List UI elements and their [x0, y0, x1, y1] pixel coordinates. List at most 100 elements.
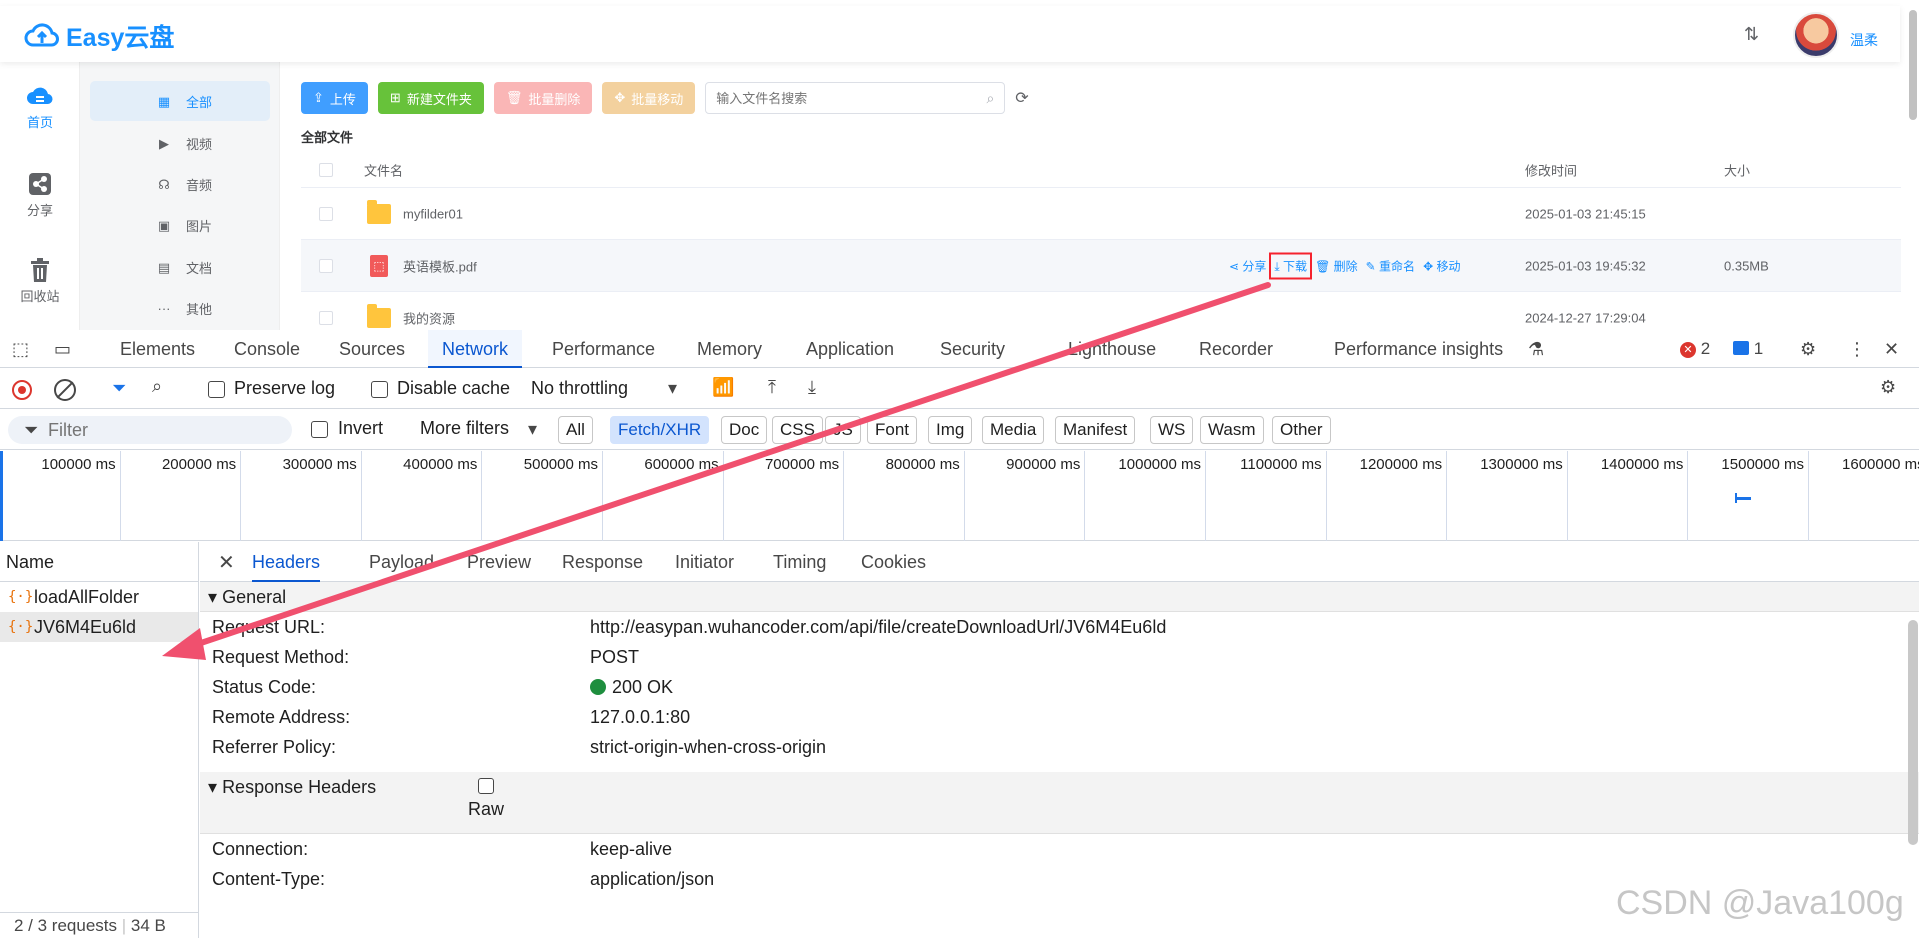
network-conditions-icon[interactable]: 📶	[712, 377, 734, 398]
file-name[interactable]: 英语模板.pdf	[403, 256, 477, 275]
tab-console[interactable]: Console	[220, 330, 314, 368]
tab-headers[interactable]: Headers	[252, 542, 321, 582]
tab-payload[interactable]: Payload	[369, 542, 434, 582]
network-timeline[interactable]: 100000 ms 200000 ms 300000 ms 400000 ms 5000…	[0, 451, 1919, 541]
batch-delete-button[interactable]: 🗑 批量删除	[493, 82, 593, 114]
invert-checkbox[interactable]	[311, 421, 328, 438]
tab-application[interactable]: Application	[792, 330, 908, 368]
preserve-log-checkbox[interactable]	[208, 381, 225, 398]
chip-js[interactable]: JS	[825, 416, 861, 444]
search-input[interactable]	[716, 90, 977, 106]
tab-performance-insights[interactable]: Performance insights	[1320, 330, 1517, 368]
avatar[interactable]	[1793, 12, 1839, 58]
chip-wasm[interactable]: Wasm	[1200, 416, 1264, 444]
chip-css[interactable]: CSS	[772, 416, 823, 444]
response-headers-section-header[interactable]: ▾ Response Headers Raw	[200, 772, 1919, 834]
chip-ws[interactable]: WS	[1150, 416, 1194, 444]
chevron-down-icon[interactable]: ▾	[528, 419, 537, 440]
share-action[interactable]: ⋖ 分享	[1229, 257, 1266, 274]
search-icon[interactable]: ⌕	[986, 90, 994, 107]
category-all[interactable]: ▦ 全部	[90, 81, 270, 121]
tab-response[interactable]: Response	[562, 542, 643, 582]
throttling-select[interactable]: No throttling	[531, 378, 628, 399]
file-name[interactable]: myfilder01	[403, 206, 463, 221]
request-detail: ✕ Headers Payload Preview Response Initi…	[200, 542, 1919, 938]
category-other[interactable]: ··· 其他	[90, 288, 270, 328]
chip-fetch-xhr[interactable]: Fetch/XHR	[610, 416, 710, 444]
refresh-icon[interactable]: ⟳	[1015, 88, 1028, 108]
request-row-loadallfolder[interactable]: {·} loadAllFolder	[0, 582, 198, 612]
clear-button[interactable]	[54, 379, 76, 401]
more-options-icon[interactable]: ⋮	[1848, 339, 1866, 360]
upload-button[interactable]: ⇪ 上传	[301, 82, 368, 114]
rename-action[interactable]: ✎ 重命名	[1366, 257, 1415, 274]
row-checkbox[interactable]	[319, 206, 333, 221]
chip-img[interactable]: Img	[928, 416, 973, 444]
filter-funnel-icon[interactable]: ⏷	[112, 378, 126, 399]
user-name[interactable]: 温柔	[1850, 30, 1878, 50]
settings-gear-icon[interactable]: ⚙	[1800, 339, 1816, 360]
error-badge[interactable]: ✕ 2	[1680, 339, 1710, 359]
detail-scrollbar[interactable]	[1908, 620, 1918, 845]
chip-doc[interactable]: Doc	[721, 416, 768, 444]
delete-action[interactable]: 🗑 删除	[1315, 257, 1358, 274]
table-row[interactable]: myfilder01 2025-01-03 21:45:15	[301, 188, 1901, 240]
select-all-checkbox[interactable]	[319, 162, 333, 177]
category-audio[interactable]: ☊ 音频	[90, 164, 270, 204]
nav-recycle[interactable]: 回收站	[0, 256, 80, 305]
chip-all[interactable]: All	[558, 416, 593, 444]
raw-checkbox[interactable]	[478, 778, 494, 794]
tab-security[interactable]: Security	[926, 330, 1019, 368]
tab-lighthouse[interactable]: Lighthouse	[1054, 330, 1170, 368]
nav-home[interactable]: 首页	[0, 82, 80, 131]
close-devtools-icon[interactable]: ✕	[1884, 339, 1899, 360]
category-image[interactable]: ▣ 图片	[90, 205, 270, 245]
tab-recorder[interactable]: Recorder	[1185, 330, 1287, 368]
name-column-header[interactable]: Name	[0, 542, 198, 582]
page-scrollbar[interactable]	[1909, 10, 1917, 120]
chevron-down-icon[interactable]: ▾	[668, 378, 677, 399]
chip-media[interactable]: Media	[982, 416, 1045, 444]
tab-elements[interactable]: Elements	[106, 330, 209, 368]
tab-timing[interactable]: Timing	[773, 542, 826, 582]
file-name[interactable]: 我的资源	[403, 308, 455, 327]
transfer-sort-icon[interactable]: ⇅	[1744, 24, 1759, 45]
logo[interactable]: Easy云盘	[24, 18, 174, 54]
request-row-selected[interactable]: {·} JV6M4Eu6ld	[0, 612, 198, 642]
row-checkbox[interactable]	[319, 310, 333, 325]
new-folder-button[interactable]: ⊞ 新建文件夹	[377, 82, 484, 114]
tab-memory[interactable]: Memory	[683, 330, 776, 368]
table-row[interactable]: ⬚ 英语模板.pdf ⋖ 分享 ⤓ 下载 🗑 删除 ✎ 重命名 ✥ 移动 202…	[301, 240, 1901, 292]
raw-toggle[interactable]: Raw	[468, 778, 504, 820]
nav-share[interactable]: 分享	[0, 170, 80, 219]
device-toolbar-icon[interactable]: ▭	[54, 339, 71, 360]
row-checkbox[interactable]	[319, 258, 333, 273]
chip-manifest[interactable]: Manifest	[1055, 416, 1136, 444]
move-action[interactable]: ✥ 移动	[1423, 257, 1460, 274]
more-filters-dropdown[interactable]: More filters	[420, 418, 509, 439]
disable-cache-checkbox[interactable]	[371, 381, 388, 398]
tab-sources[interactable]: Sources	[325, 330, 419, 368]
tab-cookies[interactable]: Cookies	[861, 542, 926, 582]
batch-move-button[interactable]: ✥ 批量移动	[602, 82, 696, 114]
inspect-element-icon[interactable]: ⬚	[12, 339, 29, 360]
tab-performance[interactable]: Performance	[538, 330, 669, 368]
download-action[interactable]: ⤓ 下载	[1269, 252, 1313, 279]
chip-font[interactable]: Font	[867, 416, 918, 444]
chip-other[interactable]: Other	[1272, 416, 1331, 444]
tab-preview[interactable]: Preview	[467, 542, 531, 582]
tab-initiator[interactable]: Initiator	[675, 542, 734, 582]
search-icon[interactable]: ⌕	[152, 376, 162, 397]
export-har-icon[interactable]: ⤓	[808, 377, 816, 398]
table-row[interactable]: 我的资源 2024-12-27 17:29:04	[301, 292, 1901, 330]
category-video[interactable]: ▶ 视频	[90, 123, 270, 163]
import-har-icon[interactable]: ⤒	[768, 377, 776, 398]
filter-input[interactable]	[48, 420, 278, 441]
network-settings-icon[interactable]: ⚙	[1880, 377, 1896, 398]
close-detail-icon[interactable]: ✕	[218, 550, 235, 575]
general-section-header[interactable]: ▾ General	[200, 582, 1919, 612]
record-stop-button[interactable]	[12, 380, 32, 400]
message-badge[interactable]: 1	[1733, 339, 1763, 359]
tab-network[interactable]: Network	[428, 330, 523, 368]
category-document[interactable]: ▤ 文档	[90, 247, 270, 287]
